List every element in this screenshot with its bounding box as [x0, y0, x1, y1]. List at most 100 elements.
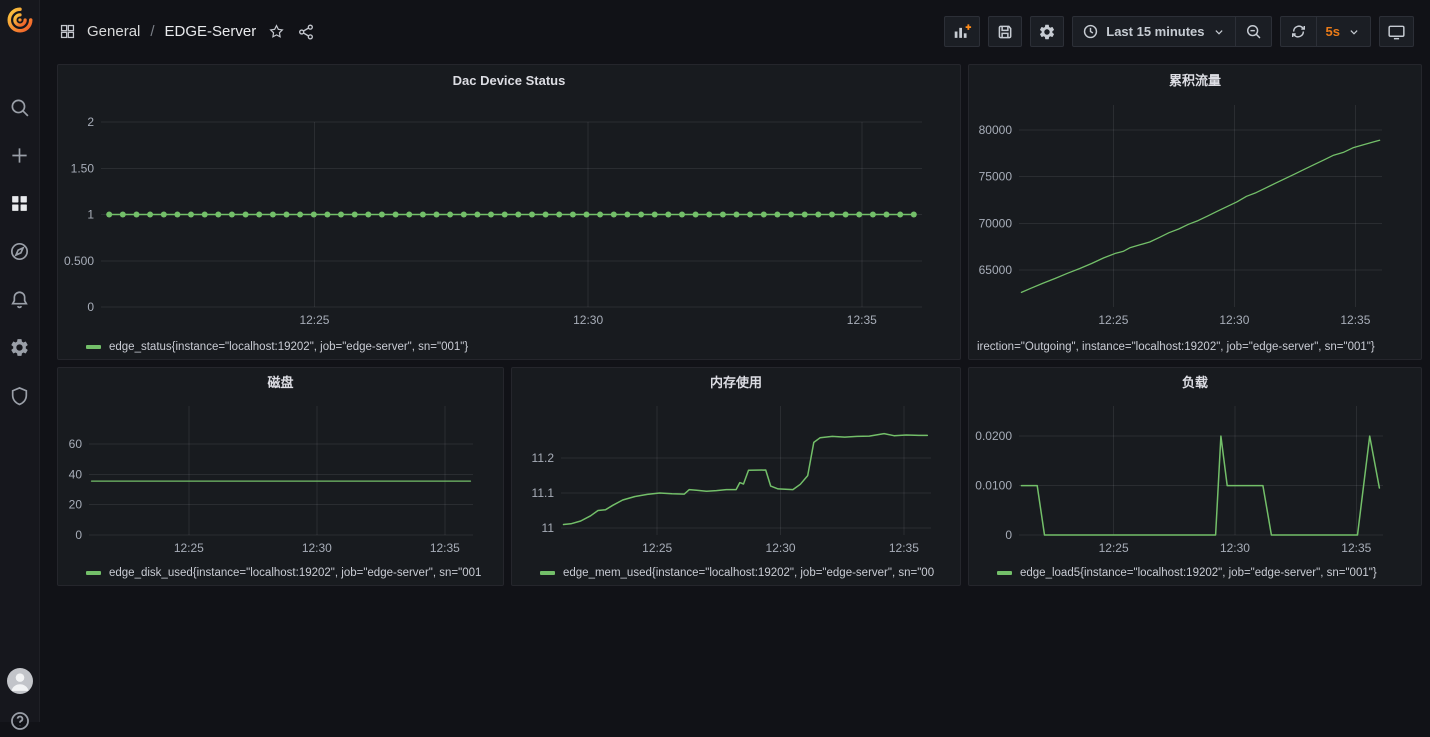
tv-monitor-icon — [1387, 22, 1406, 41]
refresh-interval-label: 5s — [1326, 24, 1340, 39]
dashboard-grid-icon — [57, 22, 77, 42]
panel-title[interactable]: 磁盘 — [62, 368, 499, 398]
svg-text:20: 20 — [69, 498, 83, 512]
svg-text:80000: 80000 — [979, 123, 1013, 137]
sidebar-menu — [8, 95, 32, 407]
legend-item[interactable]: irection="Outgoing", instance="localhost… — [973, 335, 1417, 359]
svg-text:11.2: 11.2 — [532, 451, 555, 465]
zoom-out-time-button[interactable] — [1235, 17, 1271, 46]
dashboard-settings-button[interactable] — [1030, 16, 1064, 47]
legend-item[interactable]: edge_status{instance="localhost:19202", … — [62, 335, 956, 359]
time-range-label: Last 15 minutes — [1106, 24, 1204, 39]
server-admin-shield-icon — [9, 385, 30, 406]
svg-text:12:25: 12:25 — [299, 313, 329, 327]
svg-text:12:30: 12:30 — [1220, 541, 1250, 555]
legend-series-dash — [997, 571, 1012, 575]
svg-text:0.0200: 0.0200 — [975, 429, 1012, 443]
legend-item[interactable]: edge_load5{instance="localhost:19202", j… — [973, 561, 1417, 585]
sidebar — [0, 0, 40, 722]
refresh-group: 5s — [1280, 16, 1371, 47]
legend-series-dash — [540, 571, 555, 575]
svg-text:2: 2 — [87, 115, 94, 129]
refresh-dashboard-button[interactable] — [1281, 17, 1316, 46]
save-dashboard-button[interactable] — [988, 16, 1022, 47]
svg-text:11: 11 — [542, 521, 555, 535]
svg-text:12:35: 12:35 — [1341, 541, 1371, 555]
time-range-picker[interactable]: Last 15 minutes — [1073, 17, 1234, 46]
user-avatar[interactable] — [7, 668, 33, 694]
sidebar-bottom — [0, 668, 40, 732]
legend-series-label: edge_disk_used{instance="localhost:19202… — [109, 567, 481, 579]
plus-icon — [9, 145, 30, 166]
share-icon — [297, 23, 315, 41]
save-icon — [996, 23, 1014, 41]
svg-text:11.1: 11.1 — [532, 486, 555, 500]
time-picker-group: Last 15 minutes — [1072, 16, 1271, 47]
svg-text:65000: 65000 — [979, 263, 1013, 277]
sidebar-item-dashboards[interactable] — [8, 191, 32, 215]
svg-text:12:30: 12:30 — [1219, 313, 1249, 327]
svg-text:12:35: 12:35 — [430, 541, 460, 555]
sidebar-item-alerting[interactable] — [8, 287, 32, 311]
time-series-chart[interactable]: 11.2 11.1 11 12:25 12:30 12:35 — [516, 398, 958, 561]
top-navigation: General / EDGE-Server — [41, 0, 1430, 63]
zoom-out-icon — [1245, 23, 1262, 40]
time-series-chart[interactable]: 80000 75000 70000 65000 12:25 12:30 12:35 — [973, 97, 1419, 335]
grafana-logo[interactable] — [0, 0, 40, 40]
clock-icon — [1082, 23, 1099, 40]
breadcrumb: General / EDGE-Server — [57, 22, 316, 42]
svg-text:70000: 70000 — [979, 216, 1013, 230]
breadcrumb-separator: / — [150, 23, 154, 40]
svg-text:40: 40 — [69, 467, 83, 481]
legend-item[interactable]: edge_mem_used{instance="localhost:19202"… — [516, 561, 956, 585]
panel-cumulative-traffic: 累积流量 80000 75000 70000 65000 12:25 12:30 12:35… — [968, 64, 1422, 360]
panel-title[interactable]: Dac Device Status — [62, 65, 956, 97]
sidebar-item-explore[interactable] — [8, 239, 32, 263]
sidebar-item-search[interactable] — [8, 95, 32, 119]
svg-text:12:35: 12:35 — [847, 313, 877, 327]
svg-text:12:25: 12:25 — [1098, 313, 1128, 327]
breadcrumb-folder[interactable]: General — [87, 23, 140, 40]
svg-text:12:35: 12:35 — [889, 541, 919, 555]
svg-text:12:25: 12:25 — [642, 541, 672, 555]
chevron-down-icon — [1347, 25, 1361, 39]
favorite-star-button[interactable] — [266, 22, 286, 42]
refresh-interval-picker[interactable]: 5s — [1316, 17, 1370, 46]
svg-text:12:30: 12:30 — [766, 541, 796, 555]
panel-title[interactable]: 负载 — [973, 368, 1417, 398]
svg-text:0: 0 — [87, 300, 94, 314]
legend-item[interactable]: edge_disk_used{instance="localhost:19202… — [62, 561, 499, 585]
time-series-chart[interactable]: 21.5010.500012:2512:3012:35 — [62, 97, 958, 335]
dashboards-grid-icon — [9, 193, 30, 214]
time-series-chart[interactable]: 0.02000.0100012:2512:3012:35 — [973, 398, 1419, 561]
breadcrumb-dashboard-title[interactable]: EDGE-Server — [165, 23, 257, 40]
sidebar-item-create[interactable] — [8, 143, 32, 167]
legend-series-label: edge_mem_used{instance="localhost:19202"… — [563, 567, 934, 579]
sidebar-item-server-admin[interactable] — [8, 383, 32, 407]
cycle-view-mode-button[interactable] — [1379, 16, 1414, 47]
svg-text:0: 0 — [1005, 528, 1012, 542]
add-panel-icon — [952, 22, 972, 41]
panel-dac-device-status: Dac Device Status 21.5010.500012:2512:30… — [57, 64, 961, 360]
explore-compass-icon — [9, 241, 30, 262]
refresh-icon — [1290, 23, 1307, 40]
svg-text:12:35: 12:35 — [1340, 313, 1370, 327]
legend-series-dash — [86, 345, 101, 349]
legend-series-dash — [86, 571, 101, 575]
panel-title[interactable]: 累积流量 — [973, 65, 1417, 97]
share-dashboard-button[interactable] — [296, 22, 316, 42]
sidebar-item-configuration[interactable] — [8, 335, 32, 359]
svg-text:0.0100: 0.0100 — [975, 479, 1012, 493]
dashboard-settings-gear-icon — [1038, 23, 1056, 41]
add-panel-button[interactable] — [944, 16, 980, 47]
time-series-chart[interactable]: 604020012:2512:3012:35 — [62, 398, 501, 561]
svg-text:1: 1 — [87, 208, 94, 222]
sidebar-item-help[interactable] — [9, 710, 31, 732]
svg-text:75000: 75000 — [979, 170, 1013, 184]
panel-title[interactable]: 内存使用 — [516, 368, 956, 398]
panel-memory-usage: 内存使用 11.2 11.1 11 12:25 12:30 12:35 edge_mem_… — [511, 367, 961, 586]
chevron-down-icon — [1212, 25, 1226, 39]
svg-text:12:30: 12:30 — [573, 313, 603, 327]
alerting-bell-icon — [9, 289, 30, 310]
svg-text:1.50: 1.50 — [71, 161, 95, 175]
